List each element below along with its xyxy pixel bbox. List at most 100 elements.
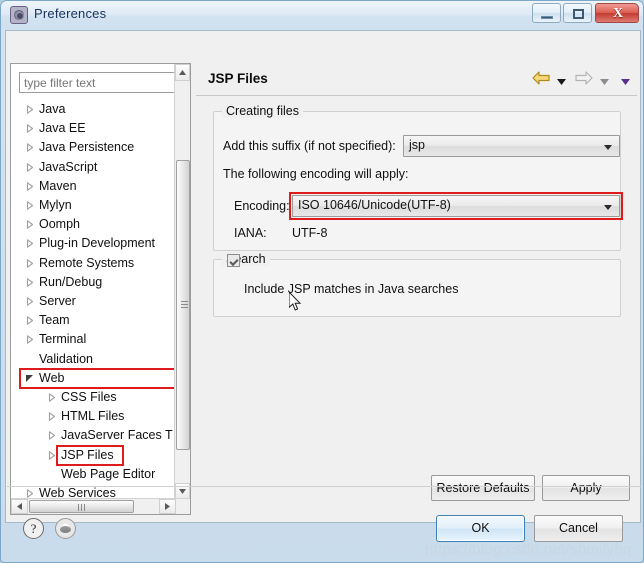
- ok-button[interactable]: OK: [436, 515, 525, 542]
- back-history-chevron-down-icon[interactable]: [556, 73, 567, 91]
- forward-arrow-icon[interactable]: [574, 69, 594, 92]
- creating-files-legend: Creating files: [222, 104, 303, 118]
- page-header: JSP Files: [196, 63, 637, 96]
- tree-item-run-debug[interactable]: Run/Debug: [11, 273, 190, 292]
- encoding-note: The following encoding will apply:: [223, 167, 409, 181]
- tree-expander-collapsed-icon[interactable]: [25, 220, 34, 229]
- maximize-icon: [573, 9, 584, 19]
- tree-item-javascript[interactable]: JavaScript: [11, 158, 190, 177]
- tree-expander-collapsed-icon[interactable]: [25, 182, 34, 191]
- tree-item-java[interactable]: Java: [11, 100, 190, 119]
- mouse-cursor: [289, 292, 302, 311]
- tree-item-mylyn[interactable]: Mylyn: [11, 196, 190, 215]
- iana-value: UTF-8: [292, 226, 328, 240]
- tree-item-css-files[interactable]: CSS Files: [11, 388, 190, 407]
- scroll-right-button[interactable]: [159, 499, 176, 514]
- tree-item-validation[interactable]: Validation: [11, 350, 190, 369]
- tree-expander-collapsed-icon[interactable]: [47, 431, 56, 441]
- dialog-client-area: Java Java EE Java Persistence JavaScript Mav…: [5, 30, 641, 523]
- vertical-scrollbar-thumb[interactable]: [176, 160, 190, 450]
- tree-item-java-persistence[interactable]: Java Persistence: [11, 138, 190, 157]
- tree-expander-collapsed-icon[interactable]: [47, 393, 56, 402]
- preferences-window: Preferences X Java Java EE Java Persistenc…: [0, 0, 644, 563]
- tree-item-label: CSS Files: [61, 390, 117, 404]
- encoding-value: ISO 10646/Unicode(UTF-8): [298, 198, 451, 212]
- tree-expander-collapsed-icon[interactable]: [25, 258, 34, 268]
- tree-expander-collapsed-icon[interactable]: [25, 105, 34, 114]
- cancel-button[interactable]: Cancel: [534, 515, 623, 542]
- back-arrow-icon[interactable]: [531, 69, 551, 92]
- apply-and-close-button[interactable]: [55, 518, 76, 539]
- tree-item-label: Java: [39, 102, 66, 116]
- scroll-left-button[interactable]: [11, 499, 28, 514]
- tree-item-java-ee[interactable]: Java EE: [11, 119, 190, 138]
- restore-defaults-button[interactable]: Restore Defaults: [431, 475, 535, 501]
- search-input[interactable]: [19, 72, 190, 93]
- tree-item-oomph[interactable]: Oomph: [11, 215, 190, 234]
- tree-expander-collapsed-icon[interactable]: [25, 143, 34, 153]
- tree-vertical-scrollbar[interactable]: [174, 64, 190, 500]
- tree-expander-collapsed-icon[interactable]: [25, 297, 34, 306]
- minimize-icon: [541, 16, 553, 19]
- tree-expander-collapsed-icon[interactable]: [25, 489, 34, 498]
- include-jsp-matches-checkbox[interactable]: [227, 254, 240, 267]
- tree-expander-collapsed-icon[interactable]: [25, 201, 34, 210]
- tree-item-label: JavaScript: [39, 159, 98, 174]
- tree-expander-collapsed-icon[interactable]: [25, 124, 34, 133]
- tree-item-team[interactable]: Team: [11, 311, 190, 330]
- tree-item-label: Run/Debug: [39, 274, 103, 289]
- forward-history-chevron-down-icon[interactable]: [599, 73, 610, 91]
- tree-item-server[interactable]: Server: [11, 292, 190, 311]
- gear-icon: [10, 6, 28, 24]
- suffix-label: Add this suffix (if not specified):: [223, 139, 396, 153]
- suffix-value: jsp: [409, 138, 425, 152]
- horizontal-scrollbar-thumb[interactable]: [29, 500, 134, 513]
- scroll-up-button[interactable]: [175, 64, 190, 81]
- tree-item-remote-systems[interactable]: Remote Systems: [11, 254, 190, 273]
- page-title: JSP Files: [208, 71, 268, 86]
- close-icon: X: [612, 6, 624, 21]
- tree-item-web[interactable]: Web: [11, 369, 190, 388]
- iana-label: IANA:: [234, 226, 267, 240]
- tree-item-label: Java Persistence: [39, 140, 135, 155]
- include-jsp-matches-label[interactable]: Include JSP matches in Java searches: [244, 282, 458, 296]
- apply-button[interactable]: Apply: [542, 475, 630, 501]
- tree-item-terminal[interactable]: Terminal: [11, 330, 190, 349]
- help-button[interactable]: ?: [23, 518, 44, 539]
- tree-item-web-page-editor[interactable]: Web Page Editor: [11, 465, 190, 484]
- maximize-button[interactable]: [563, 3, 592, 23]
- tree-item-javaserver-faces-t[interactable]: JavaServer Faces T: [11, 426, 190, 445]
- scrollbar-grip-icon: [77, 504, 86, 511]
- tree-expander-expanded-icon[interactable]: [25, 374, 33, 382]
- tree-item-label: Terminal: [39, 332, 87, 347]
- tree-expander-collapsed-icon[interactable]: [25, 335, 34, 345]
- chevron-down-icon: [604, 205, 612, 210]
- tree-expander-collapsed-icon[interactable]: [25, 316, 34, 325]
- tree-item-label: Mylyn: [39, 198, 72, 212]
- scrollbar-grip-icon: [181, 301, 188, 309]
- tree-horizontal-scrollbar[interactable]: [11, 498, 190, 514]
- tree-item-label: Team: [39, 313, 70, 328]
- tree-expander-collapsed-icon[interactable]: [25, 239, 34, 249]
- tree-expander-collapsed-icon[interactable]: [25, 162, 34, 172]
- suffix-combobox[interactable]: jsp: [403, 135, 620, 157]
- footer-separator: [7, 486, 641, 487]
- chevron-down-icon: [604, 145, 612, 150]
- encoding-combobox[interactable]: ISO 10646/Unicode(UTF-8): [292, 195, 620, 217]
- tree-item-label: Plug-in Development: [39, 236, 156, 251]
- creating-files-group: [213, 111, 621, 251]
- encoding-label: Encoding:: [234, 199, 290, 213]
- preference-tree-pane[interactable]: Java Java EE Java Persistence JavaScript Mav…: [10, 63, 191, 515]
- close-button[interactable]: X: [595, 3, 639, 23]
- tree-item-jsp-files[interactable]: JSP Files: [11, 445, 190, 465]
- tree-item-maven[interactable]: Maven: [11, 177, 190, 196]
- minimize-button[interactable]: [532, 3, 561, 23]
- tree-item-plug-in-development[interactable]: Plug-in Development: [11, 234, 190, 253]
- tree-item-label: Java EE: [39, 121, 86, 136]
- tree-item-label: Remote Systems: [39, 255, 135, 270]
- tree-item-html-files[interactable]: HTML Files: [11, 407, 190, 426]
- view-menu-chevron-down-icon[interactable]: [620, 73, 631, 91]
- tree-expander-collapsed-icon[interactable]: [47, 450, 56, 460]
- tree-expander-collapsed-icon[interactable]: [25, 278, 34, 287]
- tree-expander-collapsed-icon[interactable]: [47, 412, 56, 421]
